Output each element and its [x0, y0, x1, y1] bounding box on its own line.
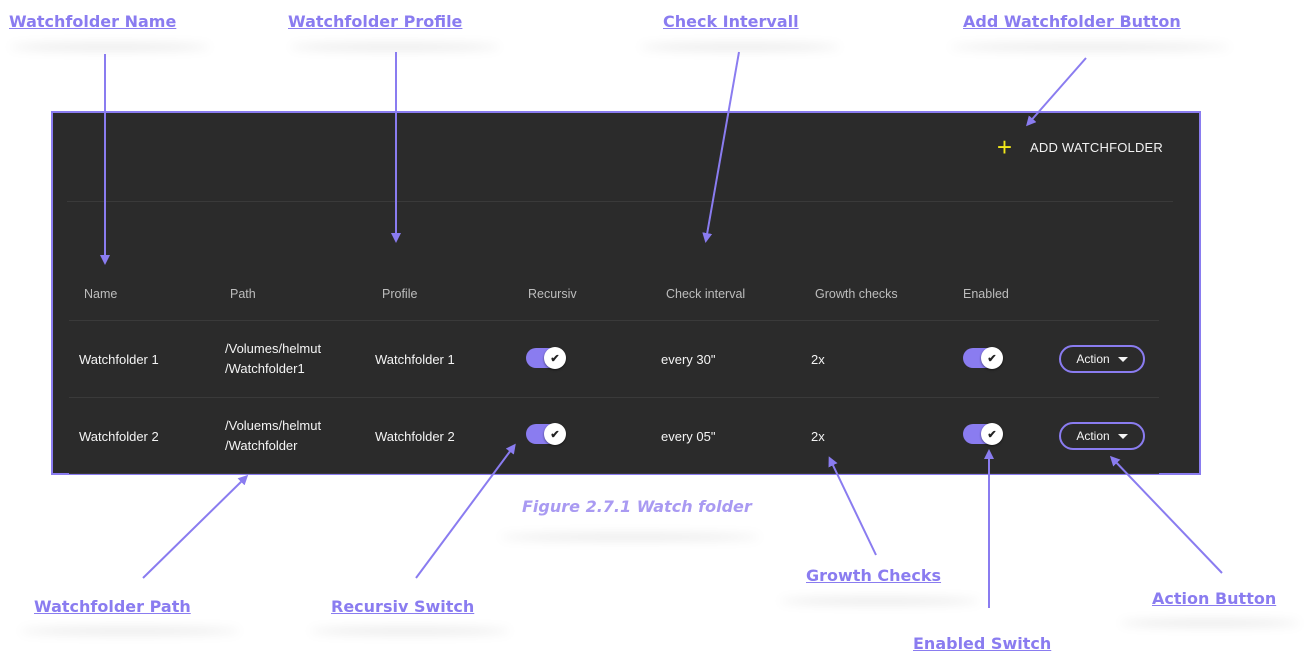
arrow-action: [1109, 455, 1223, 574]
arrow-recursiv: [415, 443, 516, 579]
arrow-interval: [702, 51, 740, 243]
callout-arrows: [100, 51, 1223, 608]
arrow-add: [1026, 57, 1087, 127]
arrow-growth: [828, 456, 877, 556]
arrow-path: [142, 474, 249, 579]
